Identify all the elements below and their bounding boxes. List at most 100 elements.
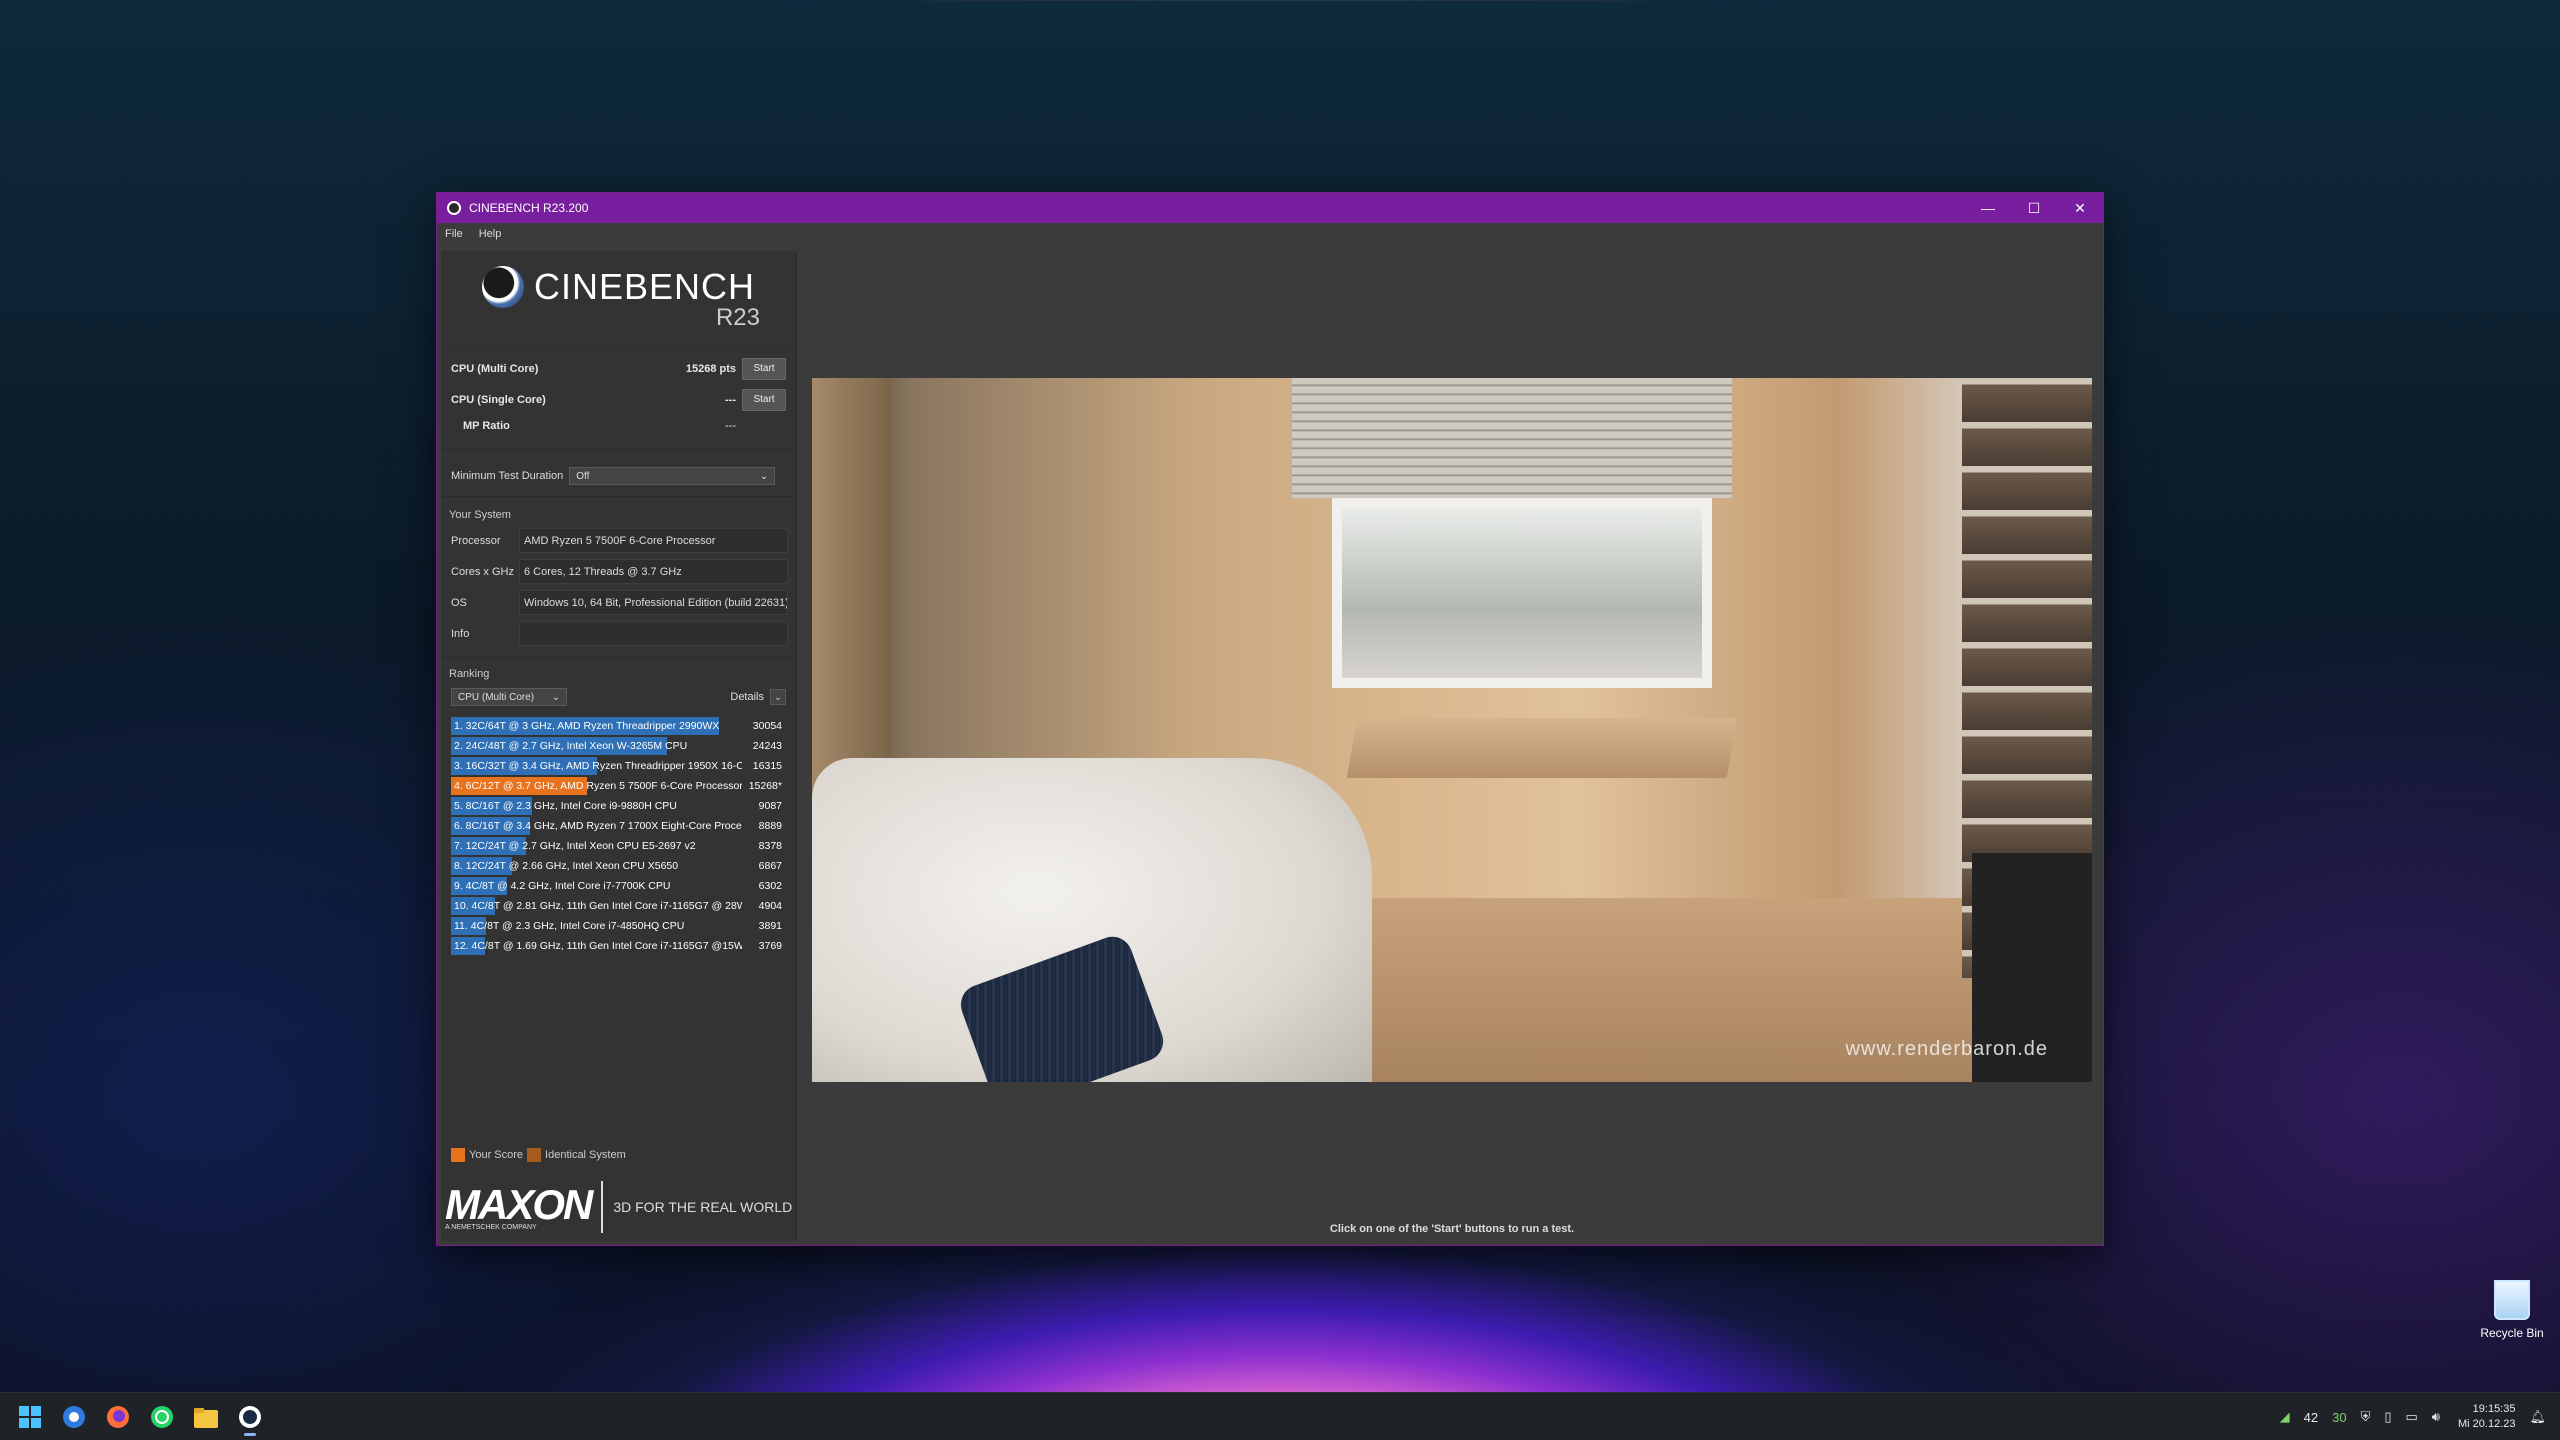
ranking-row[interactable]: 7. 12C/24T @ 2.7 GHz, Intel Xeon CPU E5-…: [451, 836, 786, 856]
notification-bell-icon[interactable]: 🔔︎: [2529, 1409, 2546, 1425]
folder-icon: [194, 1407, 218, 1428]
menu-file[interactable]: File: [445, 228, 463, 240]
recycle-bin-icon: [2494, 1280, 2530, 1320]
mp-ratio-value: ---: [725, 420, 736, 432]
min-test-duration-value: Off: [576, 470, 590, 482]
ranking-label: 3. 16C/32T @ 3.4 GHz, AMD Ryzen Threadri…: [454, 760, 742, 772]
ranking-row[interactable]: 6. 8C/16T @ 3.4 GHz, AMD Ryzen 7 1700X E…: [451, 816, 786, 836]
info-field[interactable]: [519, 621, 788, 646]
ranking-row[interactable]: 11. 4C/8T @ 2.3 GHz, Intel Core i7-4850H…: [451, 916, 786, 936]
whatsapp-icon: [151, 1405, 173, 1428]
menu-help[interactable]: Help: [479, 228, 502, 240]
cinebench-window: CINEBENCH R23.200 — ☐ ✕ File Help CINEBE…: [436, 192, 2104, 1246]
clock-date: Mi 20.12.23: [2458, 1418, 2516, 1430]
clock[interactable]: 19:15:35 Mi 20.12.23: [2458, 1402, 2515, 1432]
render-preview: www.renderbaron.de: [812, 378, 2092, 1082]
ranking-label: 4. 6C/12T @ 3.7 GHz, AMD Ryzen 5 7500F 6…: [454, 780, 742, 792]
whatsapp-taskbar-button[interactable]: [142, 1397, 182, 1437]
mp-ratio-label: MP Ratio: [463, 420, 510, 432]
multi-core-start-button[interactable]: Start: [742, 357, 786, 380]
recycle-bin-desktop-icon[interactable]: Recycle Bin: [2470, 1280, 2554, 1340]
ranking-score: 4904: [758, 900, 782, 912]
multi-core-score: 15268 pts: [685, 362, 736, 375]
gpu-tray-icon[interactable]: ◢: [2280, 1409, 2290, 1425]
chevron-down-icon: ⌄: [551, 691, 560, 703]
ranking-score: 15268*: [748, 780, 782, 792]
ranking-row[interactable]: 12. 4C/8T @ 1.69 GHz, 11th Gen Intel Cor…: [451, 936, 786, 956]
single-core-start-button[interactable]: Start: [742, 388, 786, 411]
firefox-taskbar-button[interactable]: [98, 1397, 138, 1437]
ranking-label: 9. 4C/8T @ 4.2 GHz, Intel Core i7-7700K …: [454, 880, 671, 892]
render-watermark: www.renderbaron.de: [1845, 1038, 2048, 1060]
divider: [441, 449, 796, 450]
cores-field[interactable]: 6 Cores, 12 Threads @ 3.7 GHz: [519, 559, 788, 584]
cinebench-app-icon: [447, 201, 461, 215]
os-field[interactable]: Windows 10, 64 Bit, Professional Edition…: [519, 590, 788, 615]
your-score-legend: Your Score: [469, 1149, 524, 1161]
details-toggle-button[interactable]: ⌄: [770, 689, 786, 705]
volume-icon[interactable]: 🔊︎: [2432, 1409, 2440, 1425]
maximize-button[interactable]: ☐: [2011, 193, 2057, 223]
title-bar[interactable]: CINEBENCH R23.200 — ☐ ✕: [437, 193, 2103, 223]
divider: [441, 657, 796, 658]
minimize-button[interactable]: —: [1965, 193, 2011, 223]
ranking-row[interactable]: 2. 24C/48T @ 2.7 GHz, Intel Xeon W-3265M…: [451, 736, 786, 756]
cinema4d-sphere-icon: [481, 265, 524, 308]
ranking-legend: Your Score Identical System: [451, 1148, 626, 1162]
ranking-list: 1. 32C/64T @ 3 GHz, AMD Ryzen Threadripp…: [441, 716, 796, 956]
firefox-icon: [107, 1405, 129, 1428]
file-explorer-taskbar-button[interactable]: [186, 1397, 226, 1437]
ranking-mode-value: CPU (Multi Core): [458, 691, 535, 703]
close-button[interactable]: ✕: [2057, 193, 2103, 223]
system-row-info: Info: [441, 618, 796, 649]
shield-icon[interactable]: ⛨: [2361, 1409, 2371, 1425]
mp-ratio-row: MP Ratio ---: [441, 415, 796, 437]
ranking-score: 8378: [758, 840, 782, 852]
ranking-title: Ranking: [449, 668, 490, 680]
maxon-tagline: 3D FOR THE REAL WORLD: [613, 1199, 793, 1215]
browser-icon: [63, 1405, 85, 1428]
ranking-mode-dropdown[interactable]: CPU (Multi Core) ⌄: [451, 688, 567, 706]
ranking-score: 24243: [752, 740, 782, 752]
ranking-label: 2. 24C/48T @ 2.7 GHz, Intel Xeon W-3265M…: [454, 740, 688, 752]
system-tray: ◢ 42 30 ⛨ ▯ ▭ 🔊︎ 19:15:35 Mi 20.12.23 🔔︎: [2266, 1393, 2546, 1440]
ranking-row[interactable]: 5. 8C/16T @ 2.3 GHz, Intel Core i9-9880H…: [451, 796, 786, 816]
ranking-label: 5. 8C/16T @ 2.3 GHz, Intel Core i9-9880H…: [454, 800, 677, 812]
processor-field[interactable]: AMD Ryzen 5 7500F 6-Core Processor: [519, 528, 788, 553]
network-icon[interactable]: ▭: [2406, 1409, 2418, 1425]
ranking-label: 6. 8C/16T @ 3.4 GHz, AMD Ryzen 7 1700X E…: [454, 820, 742, 832]
your-score-swatch: [451, 1148, 465, 1162]
battery-icon[interactable]: ▯: [2384, 1409, 2391, 1425]
maxon-logo: MAXON: [445, 1180, 593, 1228]
ranking-label: 8. 12C/24T @ 2.66 GHz, Intel Xeon CPU X5…: [454, 860, 679, 872]
cinebench-taskbar-button[interactable]: [230, 1397, 270, 1437]
ranking-score: 6867: [758, 860, 782, 872]
temp-reading-1[interactable]: 42: [2304, 1410, 2318, 1425]
ranking-score: 16315: [752, 760, 782, 772]
temp-reading-2[interactable]: 30: [2332, 1410, 2346, 1425]
min-test-duration-dropdown[interactable]: Off ⌄: [569, 467, 776, 485]
ranking-row[interactable]: 10. 4C/8T @ 2.81 GHz, 11th Gen Intel Cor…: [451, 896, 786, 916]
window-title: CINEBENCH R23.200: [469, 201, 589, 215]
ranking-label: 7. 12C/24T @ 2.7 GHz, Intel Xeon CPU E5-…: [454, 840, 696, 852]
cinebench-logo: CINEBENCH R23: [441, 251, 796, 347]
menu-bar: File Help: [437, 223, 2103, 245]
ranking-row[interactable]: 3. 16C/32T @ 3.4 GHz, AMD Ryzen Threadri…: [451, 756, 786, 776]
ranking-label: 11. 4C/8T @ 2.3 GHz, Intel Core i7-4850H…: [454, 920, 685, 932]
ranking-score: 30054: [752, 720, 782, 732]
start-button[interactable]: [10, 1397, 50, 1437]
ranking-score: 9087: [758, 800, 782, 812]
your-system-title: Your System: [449, 509, 511, 521]
ranking-controls: CPU (Multi Core) ⌄ Details ⌄: [441, 684, 796, 710]
ranking-score: 3891: [758, 920, 782, 932]
single-core-label: CPU (Single Core): [451, 393, 546, 406]
browser-taskbar-button[interactable]: [54, 1397, 94, 1437]
ranking-row[interactable]: 1. 32C/64T @ 3 GHz, AMD Ryzen Threadripp…: [451, 716, 786, 736]
ranking-row[interactable]: 8. 12C/24T @ 2.66 GHz, Intel Xeon CPU X5…: [451, 856, 786, 876]
identical-system-swatch: [527, 1148, 542, 1162]
single-core-test-row: CPU (Single Core) --- Start: [441, 384, 796, 415]
system-row-cores: Cores x GHz 6 Cores, 12 Threads @ 3.7 GH…: [441, 556, 796, 587]
ranking-row[interactable]: 9. 4C/8T @ 4.2 GHz, Intel Core i7-7700K …: [451, 876, 786, 896]
ranking-row[interactable]: 4. 6C/12T @ 3.7 GHz, AMD Ryzen 5 7500F 6…: [451, 776, 786, 796]
control-panel: CINEBENCH R23 CPU (Multi Core) 15268 pts…: [441, 251, 797, 1241]
